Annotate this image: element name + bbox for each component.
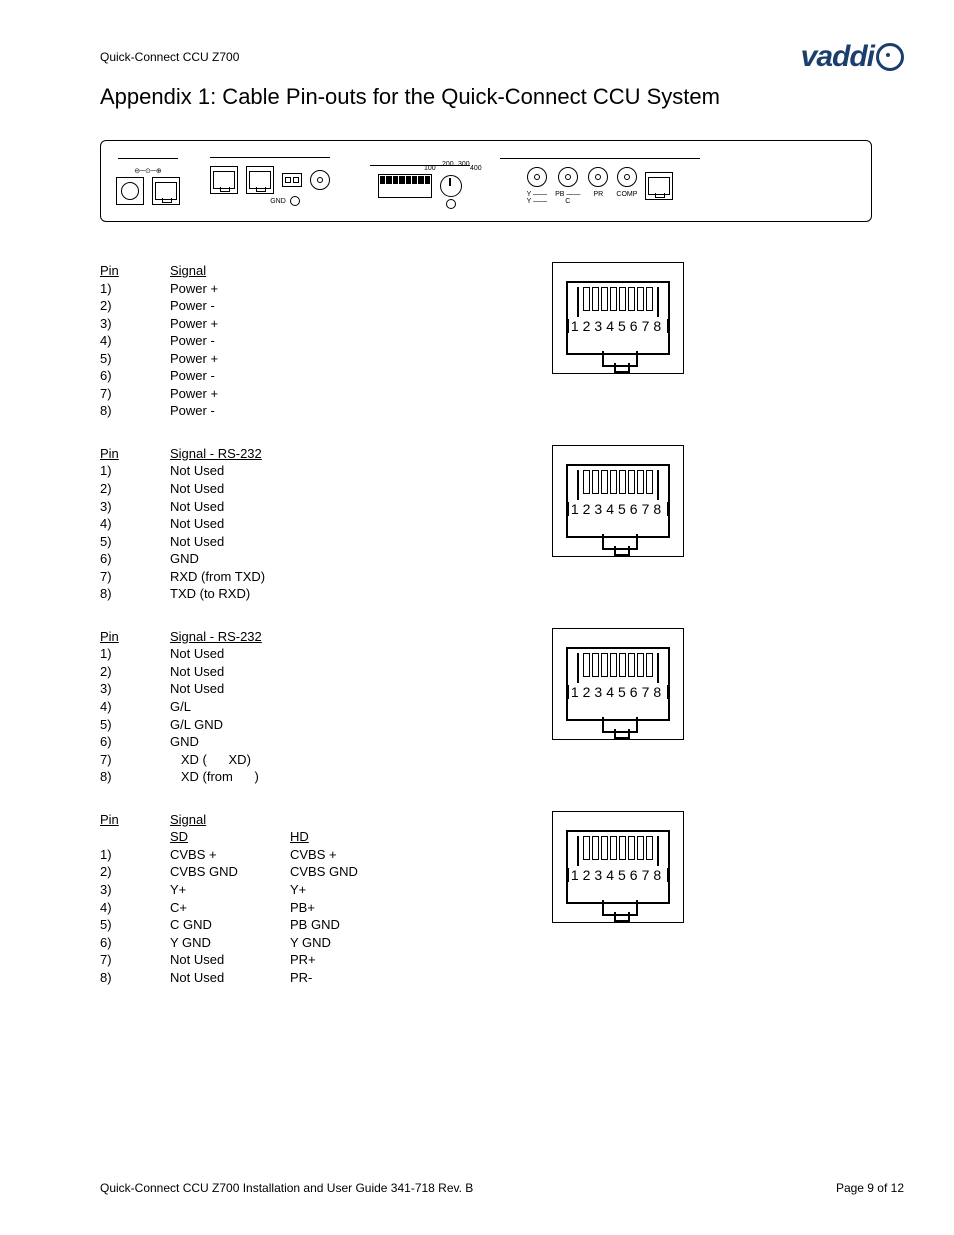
rj45-power-port-icon — [152, 177, 180, 205]
rj45-port-icon — [210, 166, 238, 194]
bnc-comp-icon — [617, 167, 637, 187]
pinout-table-rs232-b: Pin 1) 2) 3) 4) 5) 6) 7) 8) Signal - RS-… — [100, 628, 290, 786]
rj45-diagram-icon: 12345678 — [552, 262, 684, 374]
bnc-port-icon — [310, 170, 330, 190]
pinout-table-power: Pin 1) 2) 3) 4) 5) 6) 7) 8) Signal Power… — [100, 262, 290, 420]
pinout-table-video: Pin 1) 2) 3) 4) 5) 6) 7) 8) Signal SD CV… — [100, 811, 380, 986]
pinout-table-rs232-a: Pin 1) 2) 3) 4) 5) 6) 7) 8) Signal - RS-… — [100, 445, 290, 603]
dc-jack-icon — [116, 177, 144, 205]
header-product: Quick-Connect CCU Z700 — [100, 50, 239, 64]
gnd-label: GND — [270, 197, 286, 204]
terminal-block-icon — [282, 173, 302, 187]
footer-page: Page 9 of 12 — [836, 1181, 904, 1195]
bnc-y-icon — [527, 167, 547, 187]
gnd-hole-icon — [290, 196, 300, 206]
rj45-diagram-icon: 12345678 — [552, 811, 684, 923]
rj45-port-icon — [246, 166, 274, 194]
bnc-pb-icon — [558, 167, 578, 187]
brand-logo: vaddi — [801, 40, 904, 74]
rj45-diagram-icon: 12345678 — [552, 445, 684, 557]
back-panel-diagram: ⊖─⊙─⊕ GND — [100, 140, 872, 222]
rj45-video-port-icon — [645, 172, 673, 200]
dc-polarity-icon: ⊖─⊙─⊕ — [134, 167, 162, 175]
bnc-pr-icon — [588, 167, 608, 187]
footer-left: Quick-Connect CCU Z700 Installation and … — [100, 1181, 473, 1195]
rotary-dial-icon: 100 200 300 400 — [440, 175, 462, 197]
page-title: Appendix 1: Cable Pin-outs for the Quick… — [100, 84, 904, 110]
logo-ring-icon — [876, 43, 904, 71]
rj45-diagram-icon: 12345678 — [552, 628, 684, 740]
dip-switch-icon — [378, 174, 432, 198]
